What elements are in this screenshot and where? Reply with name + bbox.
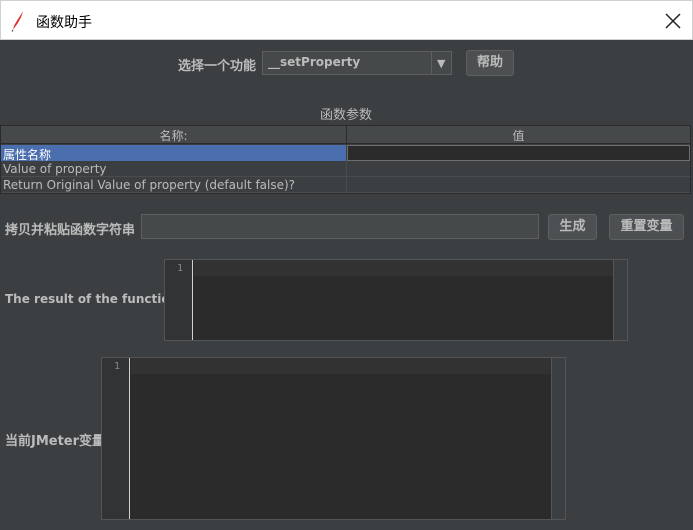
help-button[interactable]: 帮助 (466, 50, 514, 76)
selected-function-value: __setProperty (268, 55, 361, 69)
param-name: Value of property (3, 162, 107, 176)
jmeter-variables-editor[interactable]: 1 (101, 357, 566, 520)
params-section-title: 函数参数 (320, 108, 373, 123)
function-dropdown[interactable]: __setProperty ▼ (262, 51, 452, 75)
table-row[interactable]: Return Original Value of property (defau… (1, 177, 690, 193)
jmeter-variables-label: 当前JMeter变量 (5, 434, 106, 449)
params-table: 名称: 值 属性名称 Value of property Return Orig… (0, 125, 691, 194)
function-string-field[interactable] (141, 214, 539, 239)
line-number: 1 (113, 361, 120, 372)
dropdown-arrow-button[interactable]: ▼ (431, 52, 451, 74)
window-title: 函数助手 (36, 15, 92, 31)
line-number: 1 (176, 263, 183, 274)
param-name: Return Original Value of property (defau… (3, 178, 296, 192)
line-number-gutter: 1 (102, 358, 130, 519)
current-line-highlight (131, 358, 551, 374)
column-divider (346, 161, 347, 177)
param-value-editor[interactable] (347, 145, 690, 161)
vertical-scrollbar[interactable] (613, 260, 627, 340)
current-line-highlight (194, 260, 613, 276)
reset-variables-button[interactable]: 重置变量 (609, 214, 684, 240)
title-bar: 函数助手 (0, 0, 693, 40)
column-header-value[interactable]: 值 (347, 127, 690, 144)
feather-icon (11, 11, 23, 32)
table-row[interactable]: Value of property (1, 161, 690, 177)
chevron-down-icon: ▼ (437, 57, 446, 70)
selected-row-highlight (1, 145, 346, 161)
function-select-label: 选择一个功能 (178, 59, 257, 74)
function-string-label: 拷贝并粘贴函数字符串 (5, 223, 136, 238)
generate-button[interactable]: 生成 (548, 214, 597, 240)
params-table-header: 名称: 值 (1, 126, 690, 144)
result-editor[interactable]: 1 (164, 259, 628, 341)
close-icon[interactable] (661, 9, 685, 33)
column-divider (346, 177, 347, 193)
table-row[interactable]: 属性名称 (1, 145, 690, 162)
column-header-name[interactable]: 名称: (1, 127, 346, 144)
line-number-gutter: 1 (165, 260, 193, 340)
vertical-scrollbar[interactable] (551, 358, 565, 519)
